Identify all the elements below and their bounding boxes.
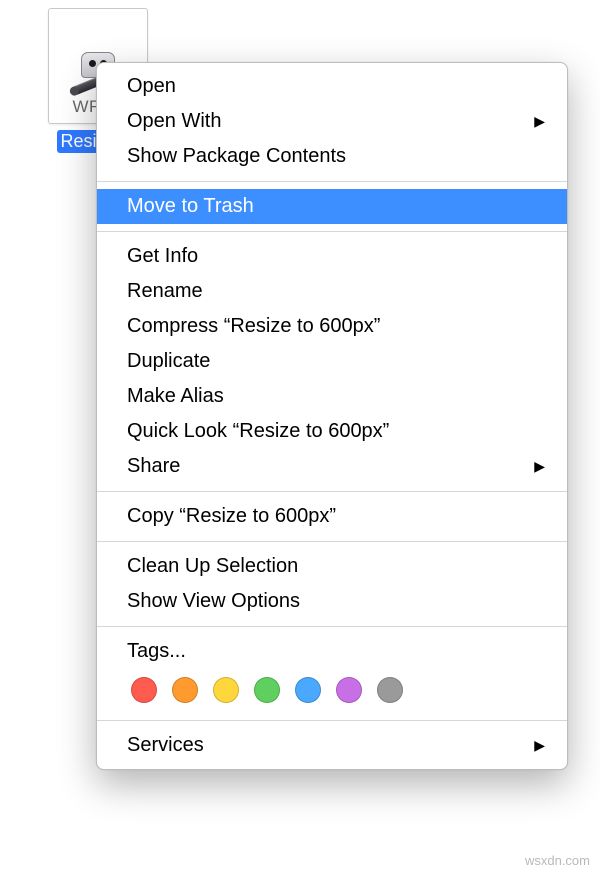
menu-item-label: Duplicate (127, 348, 210, 375)
tag-color-purple[interactable] (336, 677, 362, 703)
menu-item-label: Show View Options (127, 588, 300, 615)
menu-item-compress[interactable]: Compress “Resize to 600px” (97, 309, 567, 344)
menu-item-open-with[interactable]: Open With ▶ (97, 104, 567, 139)
menu-separator (97, 181, 567, 182)
menu-item-label: Tags... (127, 638, 186, 665)
context-menu: Open Open With ▶ Show Package Contents M… (96, 62, 568, 770)
menu-item-make-alias[interactable]: Make Alias (97, 379, 567, 414)
menu-item-label: Rename (127, 278, 203, 305)
menu-item-label: Share (127, 453, 180, 480)
menu-item-label: Services (127, 732, 204, 759)
menu-item-show-package-contents[interactable]: Show Package Contents (97, 139, 567, 174)
submenu-arrow-icon: ▶ (534, 112, 545, 131)
menu-item-show-view-options[interactable]: Show View Options (97, 584, 567, 619)
submenu-arrow-icon: ▶ (534, 736, 545, 755)
menu-item-tags[interactable]: Tags... (97, 634, 567, 669)
menu-item-copy[interactable]: Copy “Resize to 600px” (97, 499, 567, 534)
menu-item-duplicate[interactable]: Duplicate (97, 344, 567, 379)
menu-item-label: Quick Look “Resize to 600px” (127, 418, 389, 445)
tags-row (97, 669, 567, 713)
menu-item-clean-up-selection[interactable]: Clean Up Selection (97, 549, 567, 584)
menu-item-label: Get Info (127, 243, 198, 270)
menu-item-label: Show Package Contents (127, 143, 346, 170)
menu-item-label: Clean Up Selection (127, 553, 298, 580)
tag-color-green[interactable] (254, 677, 280, 703)
menu-separator (97, 231, 567, 232)
menu-item-move-to-trash[interactable]: Move to Trash (97, 189, 567, 224)
submenu-arrow-icon: ▶ (534, 457, 545, 476)
menu-item-get-info[interactable]: Get Info (97, 239, 567, 274)
menu-item-label: Open (127, 73, 176, 100)
tag-color-red[interactable] (131, 677, 157, 703)
menu-item-label: Move to Trash (127, 193, 254, 220)
menu-item-label: Open With (127, 108, 221, 135)
menu-item-label: Compress “Resize to 600px” (127, 313, 380, 340)
menu-item-label: Make Alias (127, 383, 224, 410)
menu-separator (97, 491, 567, 492)
tag-color-gray[interactable] (377, 677, 403, 703)
menu-item-quick-look[interactable]: Quick Look “Resize to 600px” (97, 414, 567, 449)
watermark: wsxdn.com (525, 853, 590, 868)
menu-item-rename[interactable]: Rename (97, 274, 567, 309)
menu-separator (97, 626, 567, 627)
tag-color-yellow[interactable] (213, 677, 239, 703)
tag-color-orange[interactable] (172, 677, 198, 703)
menu-separator (97, 541, 567, 542)
menu-separator (97, 720, 567, 721)
menu-item-services[interactable]: Services ▶ (97, 728, 567, 763)
tag-color-blue[interactable] (295, 677, 321, 703)
menu-item-label: Copy “Resize to 600px” (127, 503, 336, 530)
menu-item-share[interactable]: Share ▶ (97, 449, 567, 484)
menu-item-open[interactable]: Open (97, 69, 567, 104)
